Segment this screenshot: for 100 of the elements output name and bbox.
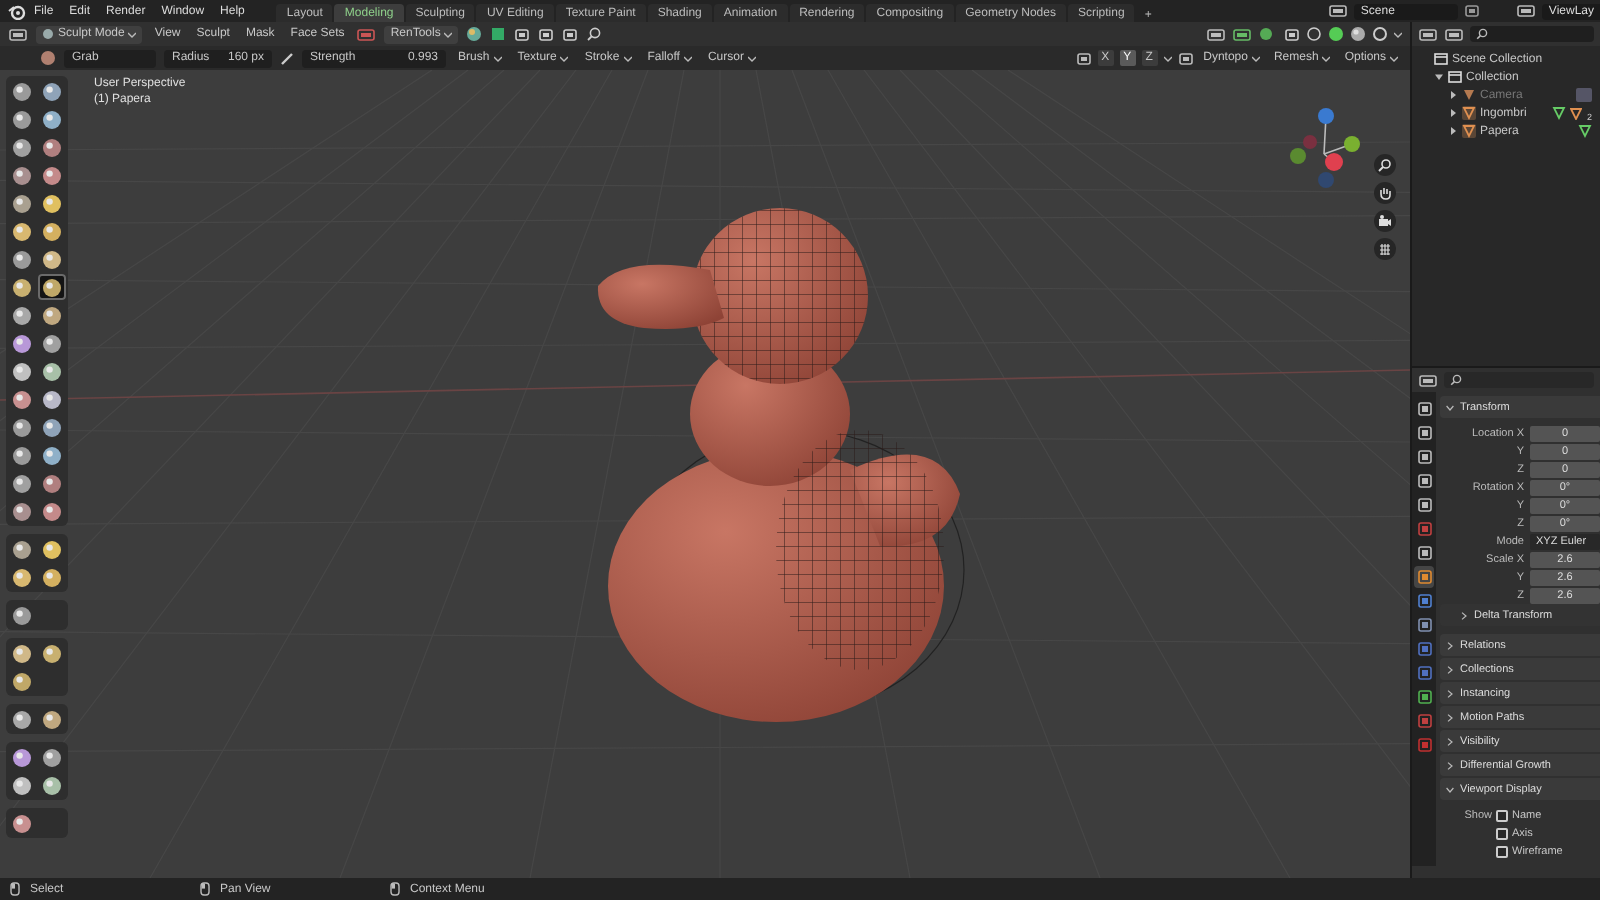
mouse-icon <box>390 882 400 896</box>
tool-button[interactable] <box>8 668 36 694</box>
search-field[interactable] <box>1444 372 1594 388</box>
tool-button[interactable] <box>8 564 36 590</box>
tool-button[interactable] <box>38 470 66 496</box>
brush-icon <box>12 605 32 625</box>
triangle-mesh-icon <box>1462 106 1476 120</box>
properties-tab[interactable] <box>1414 638 1434 660</box>
brush-icon <box>12 445 32 465</box>
properties-tab[interactable] <box>1414 614 1434 636</box>
properties-tab[interactable] <box>1414 446 1434 468</box>
tool-button[interactable] <box>8 162 36 188</box>
checkbox[interactable] <box>1496 809 1508 821</box>
brush-icon <box>12 109 32 129</box>
tool-button[interactable] <box>8 442 36 468</box>
brush-icon <box>12 473 32 493</box>
grid-icon[interactable] <box>1374 238 1396 260</box>
tool-button[interactable] <box>8 772 36 798</box>
material-shading-icon[interactable] <box>1350 26 1366 42</box>
tool-button[interactable] <box>38 330 66 356</box>
brush-icon <box>12 81 32 101</box>
tool-button[interactable] <box>38 706 66 732</box>
properties-tab[interactable] <box>1414 470 1434 492</box>
tool-button[interactable] <box>8 330 36 356</box>
expand-arrow-icon[interactable] <box>1448 126 1458 136</box>
collection-icon <box>1448 70 1462 84</box>
tool-button[interactable] <box>8 498 36 524</box>
sphere-icon[interactable] <box>466 26 483 42</box>
tool-button[interactable] <box>8 640 36 666</box>
tool-button[interactable] <box>8 218 36 244</box>
pen-pressure-icon[interactable] <box>280 51 294 65</box>
brush-icon[interactable] <box>40 50 56 66</box>
tool-button[interactable] <box>8 246 36 272</box>
tool-button[interactable] <box>38 564 66 590</box>
checkbox[interactable] <box>1496 827 1508 839</box>
tool-button[interactable] <box>38 78 66 104</box>
brush-icon <box>42 165 62 185</box>
modifier-icon[interactable] <box>1570 107 1583 119</box>
tool-button[interactable] <box>8 810 36 836</box>
tool-button[interactable] <box>38 772 66 798</box>
tool-button[interactable] <box>38 218 66 244</box>
tool-button[interactable] <box>8 470 36 496</box>
collection-icon <box>1434 52 1448 66</box>
properties-tab[interactable] <box>1414 686 1434 708</box>
brush-icon <box>12 165 32 185</box>
app-logo-icon[interactable] <box>8 3 26 19</box>
tool-button[interactable] <box>38 498 66 524</box>
tool-button[interactable] <box>8 744 36 770</box>
tool-button[interactable] <box>8 358 36 384</box>
brush-icon <box>42 539 62 559</box>
tool-button[interactable] <box>38 536 66 562</box>
properties-tab[interactable] <box>1414 398 1434 420</box>
tool-button[interactable] <box>8 106 36 132</box>
tool-button[interactable] <box>38 744 66 770</box>
brush-icon <box>12 249 32 269</box>
tool-button[interactable] <box>38 274 66 300</box>
properties-tab[interactable] <box>1414 590 1434 612</box>
brush-icon <box>42 137 62 157</box>
tool-button[interactable] <box>38 386 66 412</box>
brush-icon <box>12 775 32 795</box>
properties-tab[interactable] <box>1414 566 1434 588</box>
tool-button[interactable] <box>8 302 36 328</box>
tool-button[interactable] <box>8 414 36 440</box>
tool-button[interactable] <box>8 134 36 160</box>
caret-icon <box>623 55 632 61</box>
tool-button[interactable] <box>8 190 36 216</box>
brush-icon <box>12 417 32 437</box>
properties-tab[interactable] <box>1414 662 1434 684</box>
expand-arrow-icon[interactable] <box>1448 90 1458 100</box>
properties-tab[interactable] <box>1414 542 1434 564</box>
tool-button[interactable] <box>8 706 36 732</box>
tool-button[interactable] <box>38 302 66 328</box>
brush-icon <box>42 305 62 325</box>
properties-tab[interactable] <box>1414 494 1434 516</box>
tool-button[interactable] <box>8 386 36 412</box>
tool-button[interactable] <box>38 414 66 440</box>
search-icon[interactable] <box>586 26 603 42</box>
tool-button[interactable] <box>8 602 36 628</box>
expand-arrow-icon[interactable] <box>1448 108 1458 118</box>
triangle-mesh-icon <box>1462 124 1476 138</box>
tool-button[interactable] <box>38 442 66 468</box>
tool-button[interactable] <box>38 640 66 666</box>
brush-icon <box>42 775 62 795</box>
tool-button[interactable] <box>8 536 36 562</box>
zoom-icon[interactable] <box>1374 154 1396 176</box>
hand-icon[interactable] <box>1374 182 1396 204</box>
expand-arrow-icon[interactable] <box>1434 72 1444 82</box>
tool-button[interactable] <box>38 246 66 272</box>
tool-button[interactable] <box>38 162 66 188</box>
checkbox[interactable] <box>1496 845 1508 857</box>
brush-icon <box>42 473 62 493</box>
tool-button[interactable] <box>38 134 66 160</box>
tool-button[interactable] <box>8 78 36 104</box>
properties-tab[interactable] <box>1414 422 1434 444</box>
tool-button[interactable] <box>8 274 36 300</box>
tool-button[interactable] <box>38 106 66 132</box>
search-field[interactable] <box>1470 26 1594 42</box>
tool-button[interactable] <box>38 358 66 384</box>
solid-shading-icon[interactable] <box>1328 26 1344 42</box>
tool-button[interactable] <box>38 190 66 216</box>
